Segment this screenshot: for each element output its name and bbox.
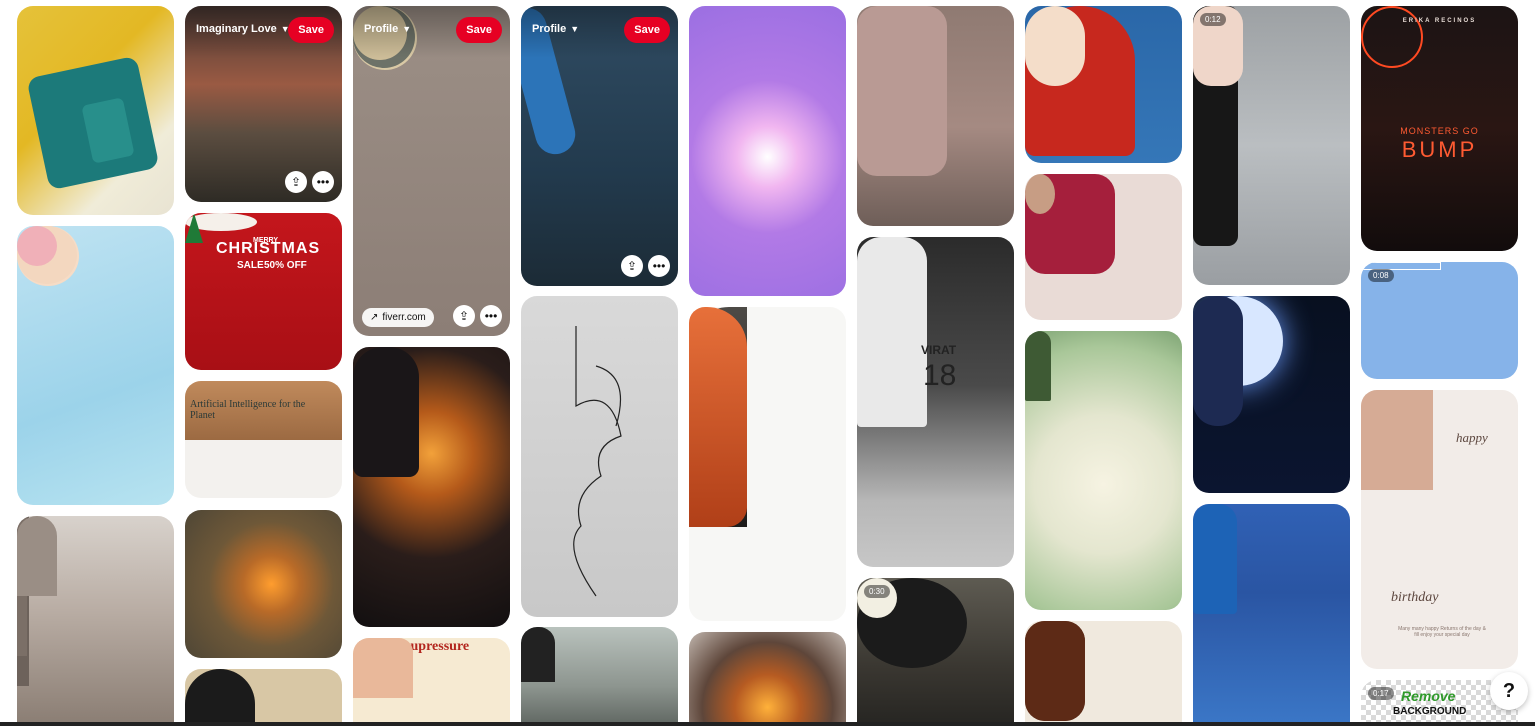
share-icon[interactable]: ⇪ <box>621 255 643 277</box>
pin-motorcycle-rider[interactable] <box>521 627 678 726</box>
pin-hand-acupressure[interactable]: Hand Acupressure Points <box>353 638 510 726</box>
board-name: Profile <box>364 23 399 35</box>
background-subtitle: BACKGROUND <box>1393 706 1467 717</box>
pin-silhouette-couple-sunset[interactable]: Imaginary Love ▼ Save ⇪ ••• <box>185 6 342 202</box>
pin-christmas-sale[interactable]: MERRY CHRISTMAS SALE 50% OFF <box>185 213 342 370</box>
board-selector[interactable]: Imaginary Love ▼ <box>196 23 290 35</box>
pin-mehndi-hands[interactable] <box>1025 621 1182 726</box>
sale-text: SALE <box>237 260 264 271</box>
share-icon[interactable]: ⇪ <box>285 171 307 193</box>
ai-headline: Artificial Intelligence for the Planet <box>190 399 306 421</box>
source-link-label: fiverr.com <box>382 312 426 323</box>
book-title-line-2: BUMP <box>1401 137 1478 162</box>
board-name: Imaginary Love <box>196 23 277 35</box>
help-button[interactable]: ? <box>1490 672 1528 710</box>
discount-text: 50% OFF <box>264 260 307 271</box>
save-button[interactable]: Save <box>288 17 334 43</box>
pin-redhead-anime-girl[interactable] <box>1025 6 1182 163</box>
line-art-drawing <box>573 326 622 597</box>
pin-saree-model[interactable] <box>1025 174 1182 320</box>
chevron-down-icon: ▼ <box>570 24 580 34</box>
pin-virat-batting[interactable] <box>1193 504 1350 726</box>
pin-fire-flowers[interactable] <box>689 632 846 726</box>
pin-line-art-faces[interactable] <box>521 296 678 617</box>
pin-monsters-go-bump[interactable]: ERIKA RECINOS MONSTERS GO BUMP <box>1361 6 1518 251</box>
more-options-icon[interactable]: ••• <box>648 255 670 277</box>
share-icon[interactable]: ⇪ <box>453 305 475 327</box>
pin-teal-embroidered-blouse[interactable] <box>17 6 174 215</box>
save-button[interactable]: Save <box>624 17 670 43</box>
board-selector[interactable]: Profile ▼ <box>364 23 411 35</box>
jersey-name: VIRAT <box>921 343 957 357</box>
pin-ai-website[interactable]: Artificial Intelligence for the Planet <box>185 381 342 498</box>
chevron-down-icon: ▼ <box>402 24 412 34</box>
pin-cooking-video[interactable]: 0:30 <box>857 578 1014 726</box>
pin-shinchan-family-cartoon[interactable] <box>17 226 174 505</box>
book-title-line-1: MONSTERS GO <box>1400 126 1479 136</box>
board-name: Profile <box>532 23 567 35</box>
arrow-up-right-icon: ↗ <box>370 312 379 323</box>
video-duration: 0:12 <box>1200 13 1226 26</box>
video-duration: 0:17 <box>1368 687 1394 700</box>
birthday-note: Many many happy Returns of the day & fil… <box>1398 626 1486 638</box>
happy-text: happy <box>1456 430 1488 445</box>
pin-braid-tutorial[interactable]: 0:12 <box>1193 6 1350 285</box>
save-button[interactable]: Save <box>456 17 502 43</box>
pin-leafy-bride[interactable] <box>1025 331 1182 610</box>
pin-lion-tattoo[interactable] <box>689 307 846 621</box>
remove-title: Remove <box>1401 688 1456 704</box>
pin-touching-hands-purple[interactable] <box>689 6 846 296</box>
video-duration: 0:30 <box>864 585 890 598</box>
board-selector[interactable]: Profile ▼ <box>532 23 579 35</box>
bottom-edge-bar <box>0 722 1535 726</box>
pin-krishna-moon[interactable] <box>1193 296 1350 493</box>
video-duration: 0:08 <box>1368 269 1394 282</box>
christmas-title: CHRISTMAS <box>216 240 321 257</box>
pin-mosque-minarets[interactable] <box>17 516 174 726</box>
birthday-text: birthday <box>1391 590 1439 605</box>
pin-glowing-hand-shirt[interactable] <box>185 510 342 658</box>
pin-cricket-celebration[interactable]: Profile ▼ Save ⇪ ••• <box>521 6 678 286</box>
source-link[interactable]: ↗ fiverr.com <box>362 308 434 327</box>
pin-haircut-portrait[interactable] <box>185 669 342 726</box>
pin-ninja-meditation[interactable] <box>353 347 510 627</box>
pin-embroidered-blouse-sleeve[interactable] <box>857 6 1014 226</box>
pin-virat-18-back[interactable]: VIRAT 18 <box>857 237 1014 567</box>
pin-happy-birthday-card[interactable]: happy birthday Many many happy Returns o… <box>1361 390 1518 669</box>
pin-paper-flowers[interactable]: Profile ▼ Save ↗ fiverr.com ⇪ ••• <box>353 6 510 336</box>
author-name: ERIKA RECINOS <box>1402 18 1477 24</box>
more-options-icon[interactable]: ••• <box>480 305 502 327</box>
more-options-icon[interactable]: ••• <box>312 171 334 193</box>
jersey-number: 18 <box>923 359 957 392</box>
pin-progress-animation[interactable]: 0:08 <box>1361 262 1518 379</box>
